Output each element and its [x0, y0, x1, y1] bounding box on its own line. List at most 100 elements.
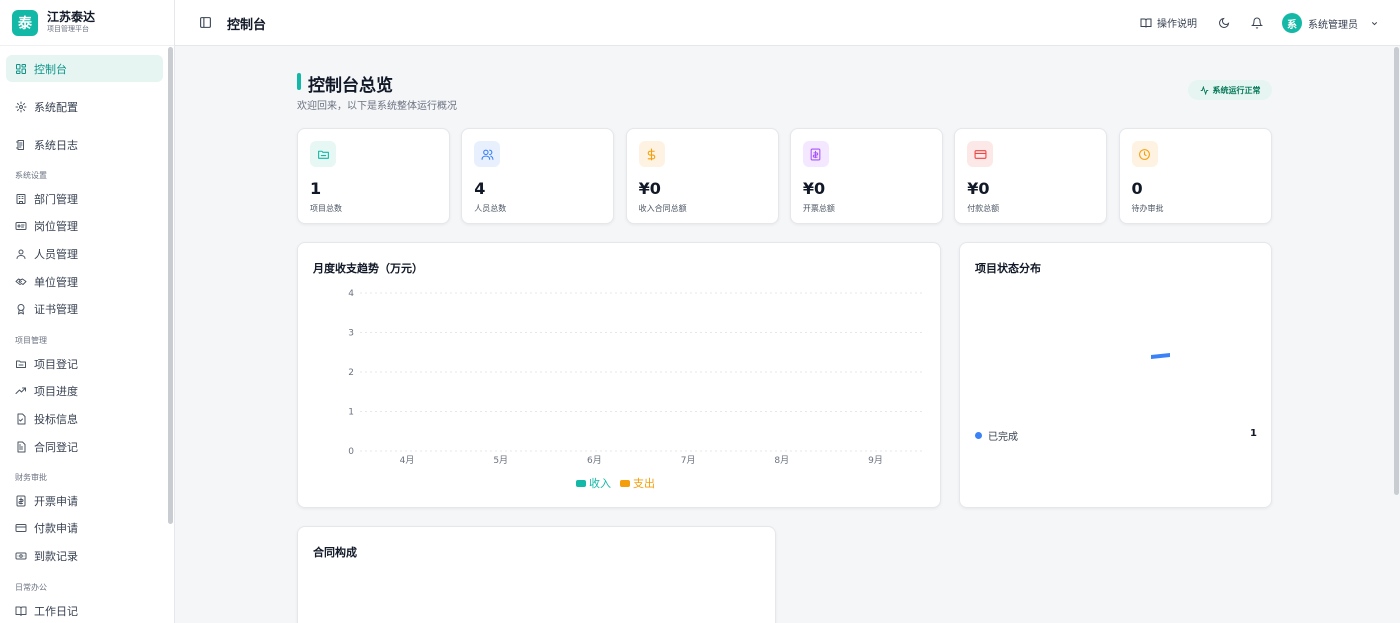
overview-subtitle: 欢迎回来，以下是系统整体运行概况	[297, 101, 457, 112]
trend-chart: 0 1 2 3 4 4月 5月 6月 7月 8月 9月	[348, 289, 922, 466]
page-title: 控制台	[227, 18, 267, 33]
stat-label: 收入合同总额	[638, 204, 687, 213]
stat-label: 开票总额	[802, 204, 835, 213]
stat-icon-box	[967, 141, 994, 167]
sidebar-item-0-4[interactable]: 证书管理	[6, 296, 163, 323]
stat-card[interactable]: 4 人员总数	[461, 128, 615, 224]
receipt-icon	[809, 148, 822, 161]
sidebar-item-label: 系统日志	[34, 138, 78, 152]
x-tick-label: 7月	[681, 455, 696, 466]
activity-icon	[1200, 86, 1209, 95]
status-legend-label: 已完成	[988, 432, 1018, 443]
stat-value: ¥0	[638, 179, 661, 198]
help-button[interactable]: 操作说明	[1140, 15, 1197, 30]
chevron-down-icon[interactable]	[1370, 19, 1379, 28]
stat-value: 0	[1131, 179, 1143, 198]
sidebar-section-title: 财务审批	[15, 473, 47, 482]
status-text: 系统运行正常	[1212, 85, 1261, 95]
trend-chart-card: 月度收支趋势（万元） 0 1 2 3 4 4月 5月 6月 7月 8月 9月 收入 支出	[297, 242, 941, 508]
book-icon	[15, 605, 27, 617]
trend-icon	[15, 385, 27, 397]
sidebar-item-label: 合同登记	[34, 440, 78, 454]
stat-value: ¥0	[967, 179, 990, 198]
stat-label: 人员总数	[474, 204, 507, 213]
stat-icon-box	[638, 141, 665, 167]
status-legend-item[interactable]: 已完成	[975, 428, 1018, 443]
sidebar-item-1-1[interactable]: 项目进度	[6, 378, 163, 405]
sidebar-item-2[interactable]: 系统日志	[6, 131, 163, 158]
sidebar-scrollbar[interactable]	[168, 47, 173, 524]
legend-income-label: 收入	[589, 477, 611, 490]
status-pie-chart	[1151, 353, 1170, 359]
file-check-icon	[15, 413, 27, 425]
x-tick-label: 5月	[493, 455, 508, 466]
sidebar-item-label: 证书管理	[34, 303, 78, 317]
stat-card[interactable]: ¥0 开票总额	[789, 128, 943, 224]
stat-card[interactable]: ¥0 收入合同总额	[625, 128, 779, 224]
sidebar-item-0[interactable]: 控制台	[6, 55, 163, 82]
stat-card[interactable]: ¥0 付款总额	[954, 128, 1108, 224]
sidebar-item-0-3[interactable]: 单位管理	[6, 268, 163, 295]
help-label: 操作说明	[1157, 19, 1197, 30]
legend-income[interactable]: 收入	[576, 475, 611, 491]
credit-card-icon	[974, 148, 987, 161]
sidebar-item-2-0[interactable]: 开票申请	[6, 487, 163, 514]
page-scrollbar[interactable]	[1394, 47, 1399, 495]
sidebar-item-label: 投标信息	[34, 412, 78, 426]
legend-expense[interactable]: 支出	[620, 475, 655, 491]
sidebar-item-0-2[interactable]: 人员管理	[6, 240, 163, 267]
user-name[interactable]: 系统管理员	[1308, 16, 1358, 31]
pie-slice-completed[interactable]	[1151, 353, 1170, 359]
topbar: 控制台 操作说明 系 系统管理员	[175, 0, 1400, 46]
panel-icon[interactable]	[199, 16, 212, 29]
stat-value: 4	[474, 179, 486, 198]
sidebar-item-label: 到款记录	[34, 549, 78, 563]
sidebar-item-2-2[interactable]: 到款记录	[6, 542, 163, 569]
stat-value: 1	[310, 179, 322, 198]
stat-label: 项目总数	[310, 204, 342, 213]
x-tick-label: 6月	[587, 455, 602, 466]
sidebar-item-3-0[interactable]: 工作日记	[6, 597, 163, 623]
credit-card-icon	[15, 522, 27, 534]
sidebar-item-label: 人员管理	[34, 247, 78, 261]
brand[interactable]: 泰 江苏泰达 项目管理平台	[0, 0, 174, 46]
stat-icon-box	[1131, 141, 1158, 167]
sidebar-item-0-0[interactable]: 部门管理	[6, 185, 163, 212]
sidebar-item-label: 单位管理	[34, 275, 78, 289]
sidebar-item-label: 岗位管理	[34, 220, 78, 234]
sidebar-item-label: 开票申请	[34, 494, 78, 508]
sidebar-item-label: 项目进度	[34, 385, 78, 399]
y-tick-label: 2	[348, 368, 354, 378]
user-icon	[15, 248, 27, 260]
sidebar-section-title: 系统设置	[15, 171, 47, 180]
overview-title: 控制台总览	[308, 76, 393, 96]
y-tick-label: 1	[348, 408, 354, 418]
gear-icon	[15, 101, 27, 113]
sidebar-section-title: 项目管理	[15, 336, 47, 345]
sidebar-item-1-2[interactable]: 投标信息	[6, 405, 163, 432]
sidebar-section-title: 日常办公	[15, 583, 47, 592]
sidebar-item-label: 付款申请	[34, 522, 78, 536]
avatar[interactable]: 系	[1282, 13, 1302, 33]
brand-logo: 泰	[12, 9, 38, 36]
clock-icon	[1138, 148, 1151, 161]
sidebar-item-1-0[interactable]: 项目登记	[6, 350, 163, 377]
book-icon	[1140, 17, 1152, 29]
moon-icon[interactable]	[1218, 17, 1230, 29]
stat-card[interactable]: 1 项目总数	[297, 128, 450, 224]
sidebar-item-label: 部门管理	[34, 192, 78, 206]
sidebar-item-2-1[interactable]: 付款申请	[6, 515, 163, 542]
sidebar-item-1[interactable]: 系统配置	[6, 93, 163, 120]
sidebar-item-0-1[interactable]: 岗位管理	[6, 213, 163, 240]
status-badge: 系统运行正常	[1188, 80, 1272, 100]
legend-expense-label: 支出	[633, 477, 655, 490]
stat-value: ¥0	[802, 179, 826, 198]
stat-card[interactable]: 0 待办审批	[1118, 128, 1272, 224]
stat-icon-box	[310, 141, 336, 167]
dollar-icon	[645, 148, 658, 161]
folder-icon	[15, 358, 27, 370]
sidebar-item-1-3[interactable]: 合同登记	[6, 433, 163, 460]
bell-icon[interactable]	[1251, 17, 1263, 29]
legend-expense-swatch	[620, 479, 630, 487]
sidebar-item-label: 控制台	[34, 62, 67, 76]
